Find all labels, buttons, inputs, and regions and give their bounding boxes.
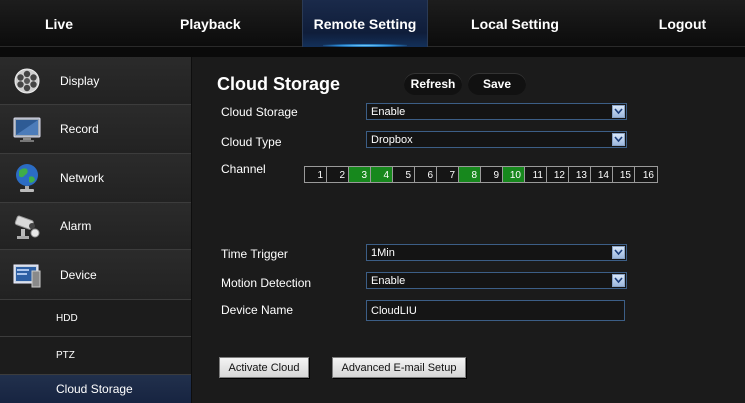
channel-toggle[interactable]: 13 [569, 167, 591, 182]
time-trigger-label: Time Trigger [221, 247, 288, 261]
channel-toggle[interactable]: 2 [327, 167, 349, 182]
chevron-down-icon[interactable] [612, 274, 625, 287]
channel-toggle[interactable]: 9 [481, 167, 503, 182]
nav-divider [0, 47, 745, 57]
sidebar-subitem-label: Cloud Storage [56, 382, 133, 396]
sidebar-item-record[interactable]: Record [0, 105, 191, 154]
chevron-down-icon[interactable] [612, 105, 625, 118]
channel-toggle[interactable]: 7 [437, 167, 459, 182]
sidebar-subitem-label: HDD [56, 312, 78, 324]
sidebar-item-label: Alarm [60, 219, 92, 233]
cloud-type-label: Cloud Type [221, 135, 282, 149]
chevron-down-icon[interactable] [612, 133, 625, 146]
channel-toggle[interactable]: 14 [591, 167, 613, 182]
channel-toggle[interactable]: 4 [371, 167, 393, 182]
channel-toggle[interactable]: 3 [349, 167, 371, 182]
channel-toggle[interactable]: 1 [305, 167, 327, 182]
sidebar-item-label: Network [60, 171, 105, 185]
device-name-label: Device Name [221, 303, 294, 317]
sidebar-item-display[interactable]: Display [0, 57, 191, 105]
channel-toggle[interactable]: 16 [635, 167, 657, 182]
channel-toggle[interactable]: 11 [525, 167, 547, 182]
channel-selector: 1 2 3 4 5 6 7 8 9 10 11 12 13 14 15 16 [304, 166, 658, 183]
channel-toggle[interactable]: 15 [613, 167, 635, 182]
device-icon [12, 260, 42, 290]
globe-icon [12, 163, 42, 193]
monitor-icon [12, 114, 42, 144]
channel-toggle[interactable]: 5 [393, 167, 415, 182]
channel-toggle[interactable]: 6 [415, 167, 437, 182]
tab-remote-setting[interactable]: Remote Setting [302, 0, 428, 47]
sidebar-item-network[interactable]: Network [0, 154, 191, 203]
tab-logout[interactable]: Logout [620, 0, 745, 47]
channel-toggle[interactable]: 8 [459, 167, 481, 182]
refresh-button[interactable]: Refresh [404, 73, 462, 95]
cloud-storage-label: Cloud Storage [221, 105, 298, 119]
security-camera-icon [12, 211, 42, 241]
activate-cloud-button[interactable]: Activate Cloud [219, 357, 309, 378]
sidebar: Display Record Network Alarm Device HDD … [0, 57, 191, 403]
page-title: Cloud Storage [217, 74, 341, 94]
tab-live[interactable]: Live [0, 0, 118, 47]
cloud-storage-select[interactable]: Enable [366, 103, 627, 120]
sidebar-item-label: Record [60, 122, 99, 136]
time-trigger-select[interactable]: 1Min [366, 244, 627, 261]
channel-toggle[interactable]: 12 [547, 167, 569, 182]
sidebar-item-alarm[interactable]: Alarm [0, 203, 191, 250]
tab-label: Live [44, 15, 73, 32]
motion-detection-label: Motion Detection [221, 276, 312, 290]
channel-label: Channel [221, 162, 266, 176]
tab-label: Local Setting [471, 15, 559, 32]
cloud-type-value: Dropbox [371, 133, 413, 146]
top-navigation: Live Playback Remote Setting Local Setti… [0, 0, 745, 47]
motion-detection-value: Enable [371, 274, 406, 287]
sidebar-subitem-label: PTZ [56, 350, 75, 361]
device-name-input[interactable]: CloudLIU [366, 300, 625, 321]
tab-local-setting[interactable]: Local Setting [440, 0, 590, 47]
tab-label: Remote Setting [313, 15, 417, 32]
film-reel-icon [12, 66, 42, 96]
tab-label: Logout [658, 15, 707, 32]
sidebar-subitem-hdd[interactable]: HDD [0, 300, 191, 337]
save-button[interactable]: Save [468, 73, 526, 95]
motion-detection-select[interactable]: Enable [366, 272, 627, 289]
sidebar-item-label: Display [60, 73, 100, 88]
cloud-storage-value: Enable [371, 105, 406, 118]
cloud-type-select[interactable]: Dropbox [366, 131, 627, 148]
tab-label: Playback [180, 15, 241, 32]
chevron-down-icon[interactable] [612, 246, 625, 259]
sidebar-subitem-cloud-storage[interactable]: Cloud Storage [0, 375, 191, 403]
tab-playback[interactable]: Playback [118, 0, 302, 47]
advanced-email-setup-button[interactable]: Advanced E-mail Setup [332, 357, 466, 378]
sidebar-item-device[interactable]: Device [0, 250, 191, 300]
sidebar-subitem-ptz[interactable]: PTZ [0, 337, 191, 375]
channel-toggle[interactable]: 10 [503, 167, 525, 182]
sidebar-item-label: Device [60, 267, 97, 282]
cloud-storage-panel: Cloud Storage Refresh Save Cloud Storage… [192, 57, 745, 403]
time-trigger-value: 1Min [371, 246, 395, 259]
